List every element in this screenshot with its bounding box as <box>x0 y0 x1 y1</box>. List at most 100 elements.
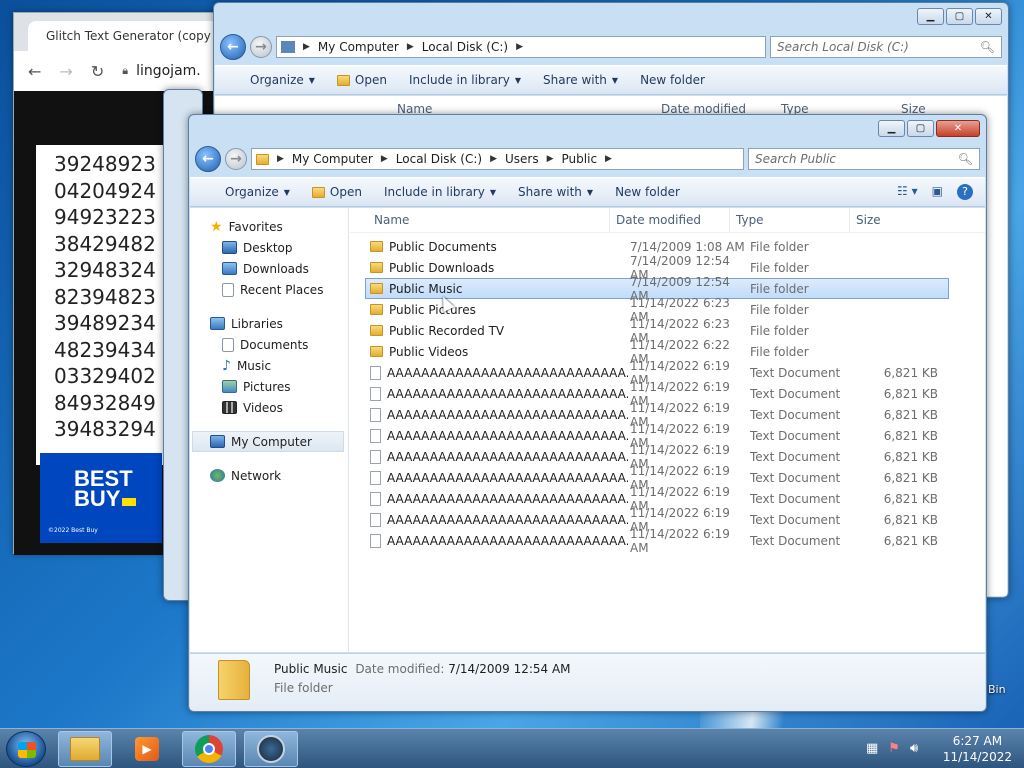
file-type: File folder <box>750 281 809 296</box>
share-with-button[interactable]: Share with ▼ <box>507 185 604 199</box>
reload-icon[interactable]: ↻ <box>91 62 104 81</box>
maximize-button[interactable]: ▢ <box>946 8 973 25</box>
nav-recent-places[interactable]: Recent Places <box>190 279 348 300</box>
pictures-icon <box>222 380 237 393</box>
browser-toolbar: ← → ↻ 🔒︎ lingojam. <box>14 51 224 91</box>
forward-arrow-icon[interactable]: → <box>250 36 272 58</box>
preview-pane-icon[interactable]: ▣ <box>932 184 943 200</box>
clock[interactable]: 6:27 AM 11/14/2022 <box>943 733 1012 765</box>
include-in-library-button[interactable]: Include in library ▼ <box>373 185 507 199</box>
address-bar[interactable]: ▶ My Computer ▶ Local Disk (C:) ▶ Users ▶ Pu… <box>251 148 744 170</box>
file-name-cell: AAAAAAAAAAAAAAAAAAAAAAAAAAAA... <box>366 386 628 401</box>
best-buy-ad[interactable]: BEST BUY ©2022 Best Buy <box>40 453 162 543</box>
file-name: AAAAAAAAAAAAAAAAAAAAAAAAAAAA... <box>387 365 628 380</box>
command-bar: Organize ▼ Open Include in library ▼ Share… <box>215 65 1007 95</box>
file-type: File folder <box>750 323 809 338</box>
text-document-icon <box>370 491 381 506</box>
file-type: Text Document <box>750 428 841 443</box>
lock-icon[interactable]: 🔒︎ <box>122 64 128 78</box>
address-bar[interactable]: ▶ My Computer ▶ Local Disk (C:) ▶ <box>276 36 766 58</box>
breadcrumb-my-computer[interactable]: My Computer <box>292 152 373 166</box>
nav-network[interactable]: Network <box>190 465 348 486</box>
close-button[interactable]: ✕ <box>936 120 980 137</box>
file-size: 6,821 KB <box>883 512 938 527</box>
column-headers: Name Date modified Type Size <box>350 207 985 233</box>
nav-music[interactable]: ♪ Music <box>190 355 348 376</box>
details-date: 7/14/2009 12:54 AM <box>448 662 571 676</box>
file-name-cell: Public Pictures <box>366 303 628 317</box>
file-size: 6,821 KB <box>883 470 938 485</box>
help-icon[interactable]: ? <box>957 184 973 200</box>
action-center-icon[interactable]: ⚑ <box>888 741 900 756</box>
close-button[interactable]: ✕ <box>975 8 1002 25</box>
column-header-date[interactable]: Date modified <box>610 207 730 233</box>
minimize-button[interactable]: ▁ <box>917 8 944 25</box>
taskbar-media-player-button[interactable]: ▶ <box>120 731 174 767</box>
nav-desktop[interactable]: Desktop <box>190 237 348 258</box>
taskbar-chrome-button[interactable] <box>182 731 236 767</box>
documents-icon <box>222 337 234 352</box>
organize-button[interactable]: Organize ▼ <box>239 73 326 87</box>
explorer-window-public[interactable]: ▁ ▢ ✕ ← → ▶ My Computer ▶ Local Disk (C:) … <box>188 114 987 712</box>
maximize-button[interactable]: ▢ <box>907 120 934 137</box>
file-type: File folder <box>750 344 809 359</box>
url-bar[interactable]: lingojam. <box>136 63 201 79</box>
file-name-cell: Public Documents <box>366 240 628 254</box>
minimize-button[interactable]: ▁ <box>878 120 905 137</box>
view-options-icon[interactable]: ☷ ▾ <box>897 184 918 200</box>
file-size: 6,821 KB <box>883 386 938 401</box>
start-button[interactable] <box>6 731 46 767</box>
file-name: AAAAAAAAAAAAAAAAAAAAAAAAAAAA... <box>387 533 628 548</box>
breadcrumb-local-disk[interactable]: Local Disk (C:) <box>396 152 482 166</box>
computer-icon <box>210 435 225 448</box>
share-with-button[interactable]: Share with ▼ <box>532 73 629 87</box>
number-line: 39483294 <box>54 417 156 441</box>
search-input[interactable]: Search Public 🔍︎ <box>748 148 980 170</box>
include-in-library-button[interactable]: Include in library ▼ <box>398 73 532 87</box>
file-type: Text Document <box>750 386 841 401</box>
file-row[interactable]: AAAAAAAAAAAAAAAAAAAAAAAAAAAA... 11/14/202… <box>365 527 949 555</box>
nav-documents[interactable]: Documents <box>190 334 348 355</box>
back-arrow-icon[interactable]: ← <box>220 34 246 60</box>
folder-icon <box>370 346 383 357</box>
details-date-label: Date modified: <box>355 662 445 676</box>
search-input[interactable]: Search Local Disk (C:) 🔍︎ <box>770 36 1002 58</box>
new-folder-button[interactable]: New folder <box>629 73 716 87</box>
back-arrow-icon[interactable]: ← <box>28 62 41 81</box>
nav-favorites[interactable]: ★ Favorites <box>190 216 348 237</box>
open-button[interactable]: Open <box>326 73 398 87</box>
clock-time: 6:27 AM <box>952 734 1003 748</box>
browser-tab[interactable]: Glitch Text Generator (copy an <box>28 21 228 51</box>
forward-arrow-icon[interactable]: → <box>59 62 72 81</box>
nav-my-computer[interactable]: My Computer <box>192 431 344 452</box>
volume-icon[interactable]: 🔊︎ <box>910 741 918 756</box>
desktop-icon <box>222 241 237 254</box>
nav-downloads[interactable]: Downloads <box>190 258 348 279</box>
nav-pictures[interactable]: Pictures <box>190 376 348 397</box>
column-header-size[interactable]: Size <box>850 208 930 233</box>
organize-button[interactable]: Organize ▼ <box>214 185 301 199</box>
file-name: AAAAAAAAAAAAAAAAAAAAAAAAAAAA... <box>387 470 628 485</box>
file-type: File folder <box>750 302 809 317</box>
network-tray-icon[interactable]: ▦ <box>866 741 878 756</box>
text-document-icon <box>370 533 381 548</box>
nav-videos[interactable]: Videos <box>190 397 348 418</box>
number-list: 39248923 04204924 94923223 38429482 32948324… <box>36 145 166 465</box>
file-size: 6,821 KB <box>883 365 938 380</box>
taskbar-explorer-button[interactable] <box>58 731 112 767</box>
file-size: 6,821 KB <box>883 491 938 506</box>
nav-libraries[interactable]: Libraries <box>190 313 348 334</box>
back-arrow-icon[interactable]: ← <box>195 146 221 172</box>
new-folder-button[interactable]: New folder <box>604 185 691 199</box>
file-name-cell: Public Videos <box>366 345 628 359</box>
column-header-type[interactable]: Type <box>730 207 850 233</box>
open-button[interactable]: Open <box>301 185 373 199</box>
taskbar-steam-button[interactable] <box>244 731 298 767</box>
forward-arrow-icon[interactable]: → <box>225 148 247 170</box>
breadcrumb-public[interactable]: Public <box>562 152 598 166</box>
file-name: Public Recorded TV <box>389 323 505 338</box>
breadcrumb-users[interactable]: Users <box>505 152 539 166</box>
number-line: 03329402 <box>54 364 156 388</box>
column-header-name[interactable]: Name <box>350 207 610 233</box>
recycle-bin-label[interactable]: Bin <box>988 683 1006 696</box>
